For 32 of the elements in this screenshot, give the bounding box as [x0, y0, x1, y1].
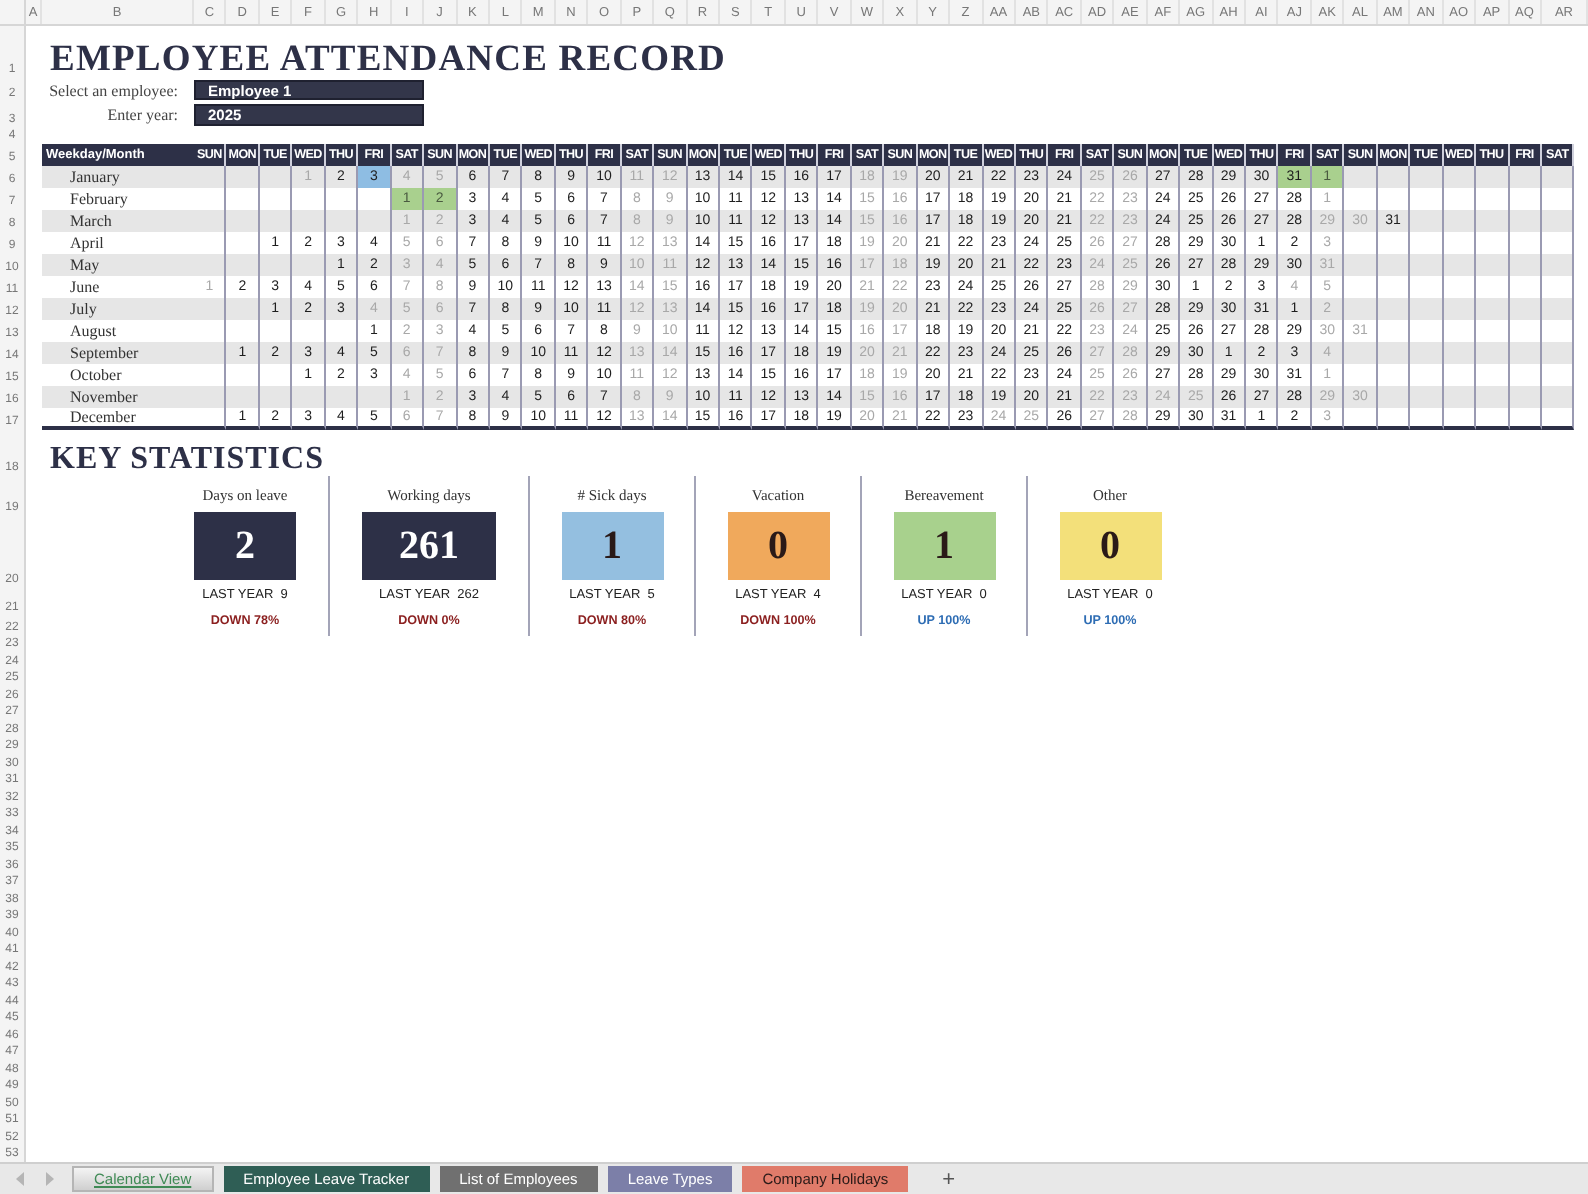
month-label: June [68, 276, 102, 298]
stat-tile: 0 [727, 512, 829, 580]
empty-cell [1509, 408, 1542, 430]
month-label: April [68, 232, 106, 254]
stat-tile: 1 [561, 512, 663, 580]
stat-tile: 261 [362, 512, 496, 580]
scroll-right-icon[interactable] [42, 1170, 58, 1188]
empty-cell [1377, 408, 1411, 430]
empty-cell [1476, 408, 1509, 430]
month-label: January [42, 166, 194, 188]
empty-cell [1541, 408, 1575, 430]
month-label: July [42, 298, 194, 320]
field-label: Enter year: [105, 106, 180, 124]
sheet-title: EMPLOYEE ATTENDANCE RECORD [48, 41, 729, 78]
month-label: October [68, 364, 124, 386]
scroll-left-icon[interactable] [12, 1170, 28, 1188]
month-label: March [42, 210, 194, 232]
section-title: KEY STATISTICS [48, 444, 326, 476]
stat-tile: 0 [1059, 512, 1161, 580]
add-sheet-button[interactable]: + [926, 1165, 972, 1193]
field-label: Select an employee: [47, 81, 180, 99]
month-label: August [68, 320, 119, 342]
month-label: May [42, 254, 194, 276]
empty-cell [1344, 408, 1378, 430]
month-label: November [42, 386, 194, 408]
month-label: September [42, 342, 194, 364]
month-label: February [68, 188, 130, 210]
empty-cell [1443, 408, 1477, 430]
month-label: December [42, 408, 194, 430]
stat-tile: 1 [893, 512, 995, 580]
empty-cell [1410, 408, 1444, 430]
stat-tile: 2 [194, 512, 296, 580]
